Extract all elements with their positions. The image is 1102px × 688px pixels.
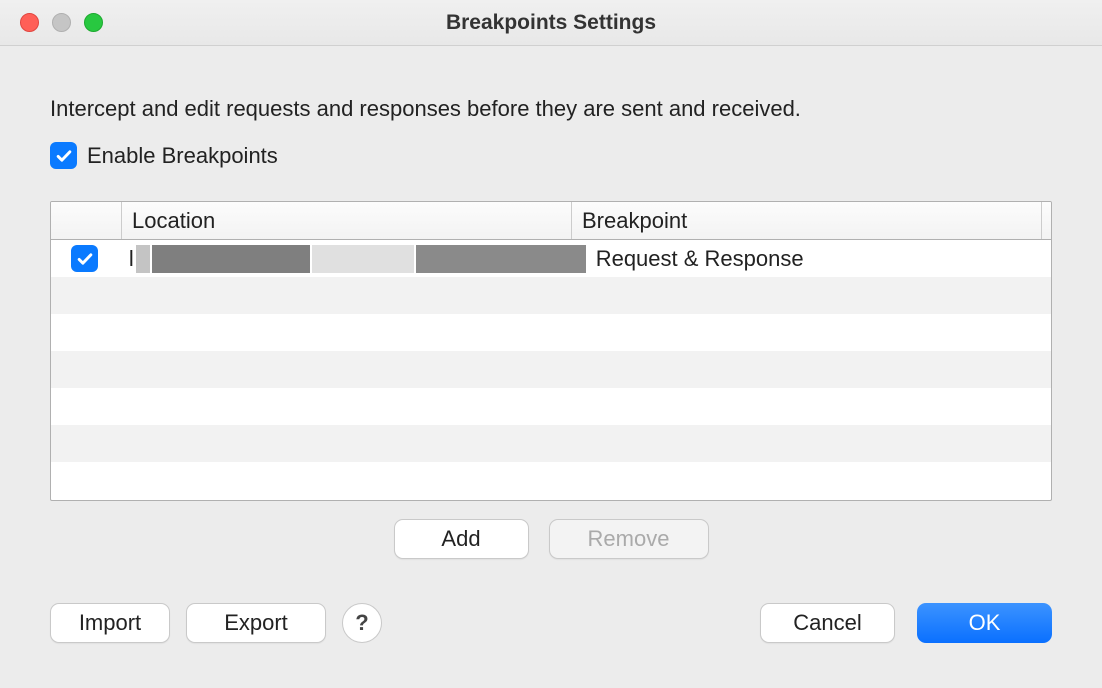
row-enabled-checkbox[interactable]: [71, 245, 98, 272]
ok-button[interactable]: OK: [917, 603, 1052, 643]
table-row-empty: [51, 388, 1051, 425]
export-button[interactable]: Export: [186, 603, 326, 643]
enable-breakpoints-checkbox[interactable]: [50, 142, 77, 169]
traffic-lights: [20, 13, 103, 32]
settings-window: Breakpoints Settings Intercept and edit …: [0, 0, 1102, 688]
table-row-empty: [51, 351, 1051, 388]
help-button[interactable]: ?: [342, 603, 382, 643]
table-body: l Request & Response: [51, 240, 1051, 500]
row-breakpoint-cell: Request & Response: [586, 246, 1051, 272]
table-row-empty: [51, 425, 1051, 462]
redacted-segment: [152, 245, 310, 273]
titlebar: Breakpoints Settings: [0, 0, 1102, 46]
add-button[interactable]: Add: [394, 519, 529, 559]
minimize-window-button: [52, 13, 71, 32]
maximize-window-button[interactable]: [84, 13, 103, 32]
breakpoints-table: Location Breakpoint l: [50, 201, 1052, 501]
table-row[interactable]: l Request & Response: [51, 240, 1051, 277]
close-window-button[interactable]: [20, 13, 39, 32]
column-header-breakpoint[interactable]: Breakpoint: [571, 202, 1041, 239]
footer-left: Import Export ?: [50, 603, 382, 643]
cancel-button[interactable]: Cancel: [760, 603, 895, 643]
remove-button: Remove: [549, 519, 709, 559]
checkmark-icon: [54, 146, 74, 166]
row-enabled-cell: [51, 245, 119, 272]
footer-right: Cancel OK: [760, 603, 1052, 643]
enable-breakpoints-label: Enable Breakpoints: [87, 143, 278, 169]
description-text: Intercept and edit requests and response…: [50, 96, 1052, 122]
window-title: Breakpoints Settings: [446, 11, 656, 35]
table-row-empty: [51, 314, 1051, 351]
import-button[interactable]: Import: [50, 603, 170, 643]
column-header-location[interactable]: Location: [121, 202, 571, 239]
table-row-empty: [51, 462, 1051, 499]
footer-row: Import Export ? Cancel OK: [50, 603, 1052, 653]
redacted-segment: [136, 245, 150, 273]
add-remove-row: Add Remove: [50, 519, 1052, 559]
row-location-cell: l: [119, 245, 586, 273]
table-row-empty: [51, 277, 1051, 314]
redacted-segment: [312, 245, 414, 273]
column-header-tail: [1041, 202, 1051, 239]
table-header: Location Breakpoint: [51, 202, 1051, 240]
redacted-segment: [416, 245, 586, 273]
checkmark-icon: [75, 249, 95, 269]
enable-breakpoints-row: Enable Breakpoints: [50, 142, 1052, 169]
content-area: Intercept and edit requests and response…: [0, 46, 1102, 688]
row-location-text: l: [129, 246, 134, 272]
